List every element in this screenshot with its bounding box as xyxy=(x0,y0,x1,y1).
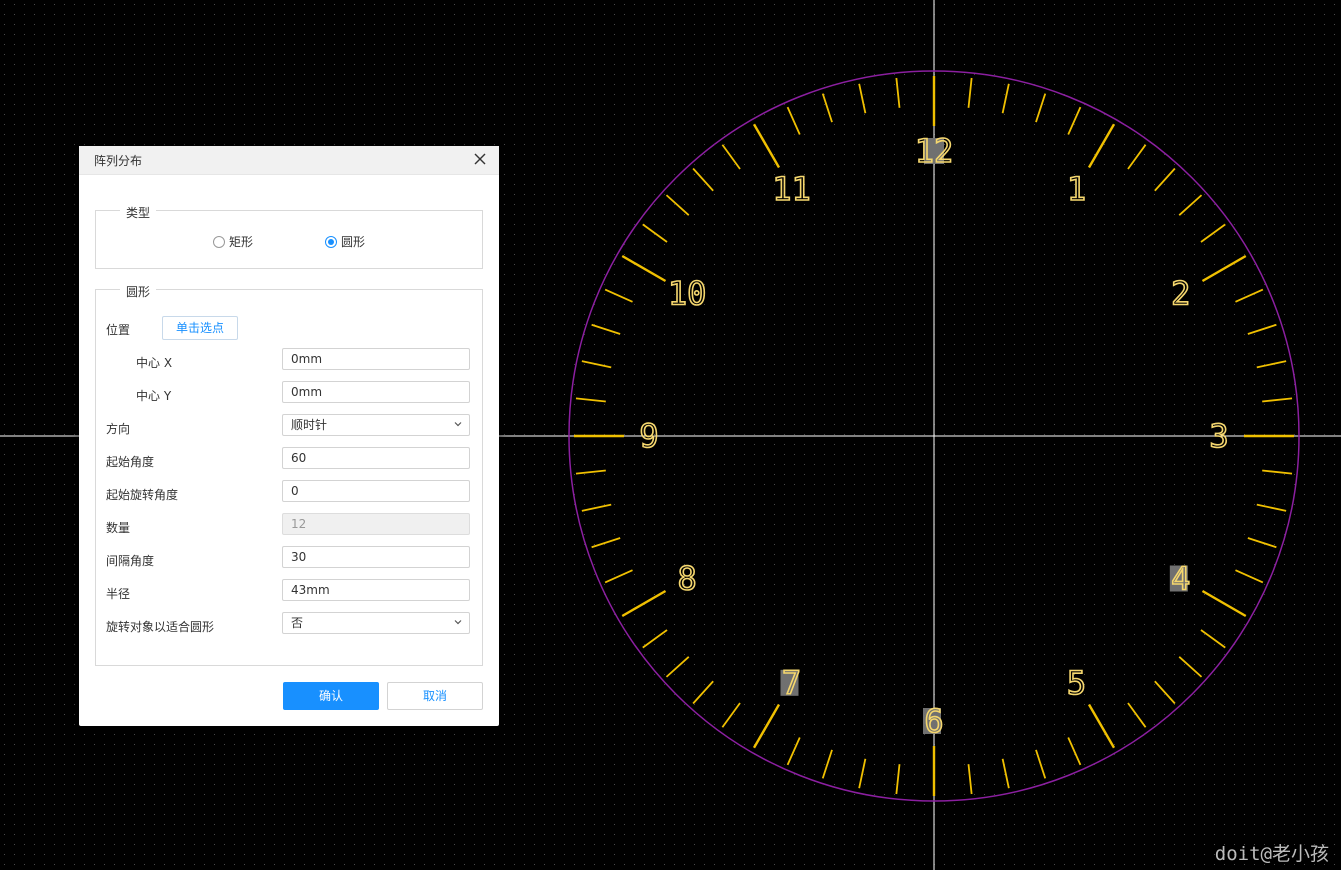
chevron-down-icon xyxy=(454,422,462,427)
clock-numeral[interactable]: 1 xyxy=(1066,169,1087,209)
clock-numeral[interactable]: 11 xyxy=(771,169,811,209)
close-icon[interactable] xyxy=(471,150,489,168)
circle-group-legend: 圆形 xyxy=(120,283,157,300)
rotate-fit-select[interactable]: 否 xyxy=(282,612,470,634)
dialog-title: 阵列分布 xyxy=(94,154,143,168)
rotate-fit-label: 旋转对象以适合圆形 xyxy=(106,620,215,634)
radio-circle-label: 圆形 xyxy=(341,235,366,249)
array-distribution-dialog: 阵列分布 类型 矩形 圆形 圆形 位置 单击选点 中心 X 0mm 中心 Y 0… xyxy=(79,146,499,726)
radio-rectangle[interactable]: 矩形 xyxy=(213,233,253,250)
start-angle-input[interactable]: 60 xyxy=(282,447,470,469)
start-rotation-label: 起始旋转角度 xyxy=(106,488,179,502)
clock-numeral[interactable]: 5 xyxy=(1066,663,1087,703)
type-group-legend: 类型 xyxy=(120,204,157,221)
circle-group: 圆形 位置 单击选点 中心 X 0mm 中心 Y 0mm 方向 顺时针 起始角度… xyxy=(95,283,483,666)
chevron-down-icon xyxy=(454,620,462,625)
watermark: doit@老小孩 xyxy=(1214,843,1329,865)
interval-angle-input[interactable]: 30 xyxy=(282,546,470,568)
interval-angle-label: 间隔角度 xyxy=(106,554,155,568)
center-x-label: 中心 X xyxy=(136,356,173,370)
center-y-label: 中心 Y xyxy=(136,389,172,403)
radio-rectangle-label: 矩形 xyxy=(229,235,254,249)
direction-select-value: 顺时针 xyxy=(291,418,328,432)
count-label: 数量 xyxy=(106,521,131,535)
dialog-header: 阵列分布 xyxy=(79,146,499,175)
center-y-input[interactable]: 0mm xyxy=(282,381,470,403)
radius-input[interactable]: 43mm xyxy=(282,579,470,601)
clock-numeral[interactable]: 7 xyxy=(781,663,802,703)
position-label: 位置 xyxy=(106,323,131,337)
clock-numeral[interactable]: 2 xyxy=(1170,274,1191,314)
direction-label: 方向 xyxy=(106,422,131,436)
direction-select[interactable]: 顺时针 xyxy=(282,414,470,436)
clock-numeral[interactable]: 8 xyxy=(677,559,698,599)
clock-numeral[interactable]: 3 xyxy=(1209,416,1230,456)
pick-point-button[interactable]: 单击选点 xyxy=(162,316,238,340)
clock-numeral[interactable]: 4 xyxy=(1170,559,1191,599)
clock-numeral[interactable]: 9 xyxy=(639,416,660,456)
center-x-input[interactable]: 0mm xyxy=(282,348,470,370)
count-input: 12 xyxy=(282,513,470,535)
confirm-button[interactable]: 确认 xyxy=(283,682,379,710)
cancel-button[interactable]: 取消 xyxy=(387,682,483,710)
start-rotation-input[interactable]: 0 xyxy=(282,480,470,502)
radio-rectangle-circle[interactable] xyxy=(213,235,225,248)
clock-numeral[interactable]: 10 xyxy=(667,274,707,314)
radius-label: 半径 xyxy=(106,587,131,601)
type-group: 类型 矩形 圆形 xyxy=(95,204,483,269)
rotate-fit-select-value: 否 xyxy=(291,616,304,630)
radio-circle-circle[interactable] xyxy=(325,235,337,248)
start-angle-label: 起始角度 xyxy=(106,455,155,469)
radio-circle[interactable]: 圆形 xyxy=(325,233,365,250)
clock-numeral[interactable]: 6 xyxy=(924,701,945,741)
clock-numeral[interactable]: 12 xyxy=(914,131,954,171)
